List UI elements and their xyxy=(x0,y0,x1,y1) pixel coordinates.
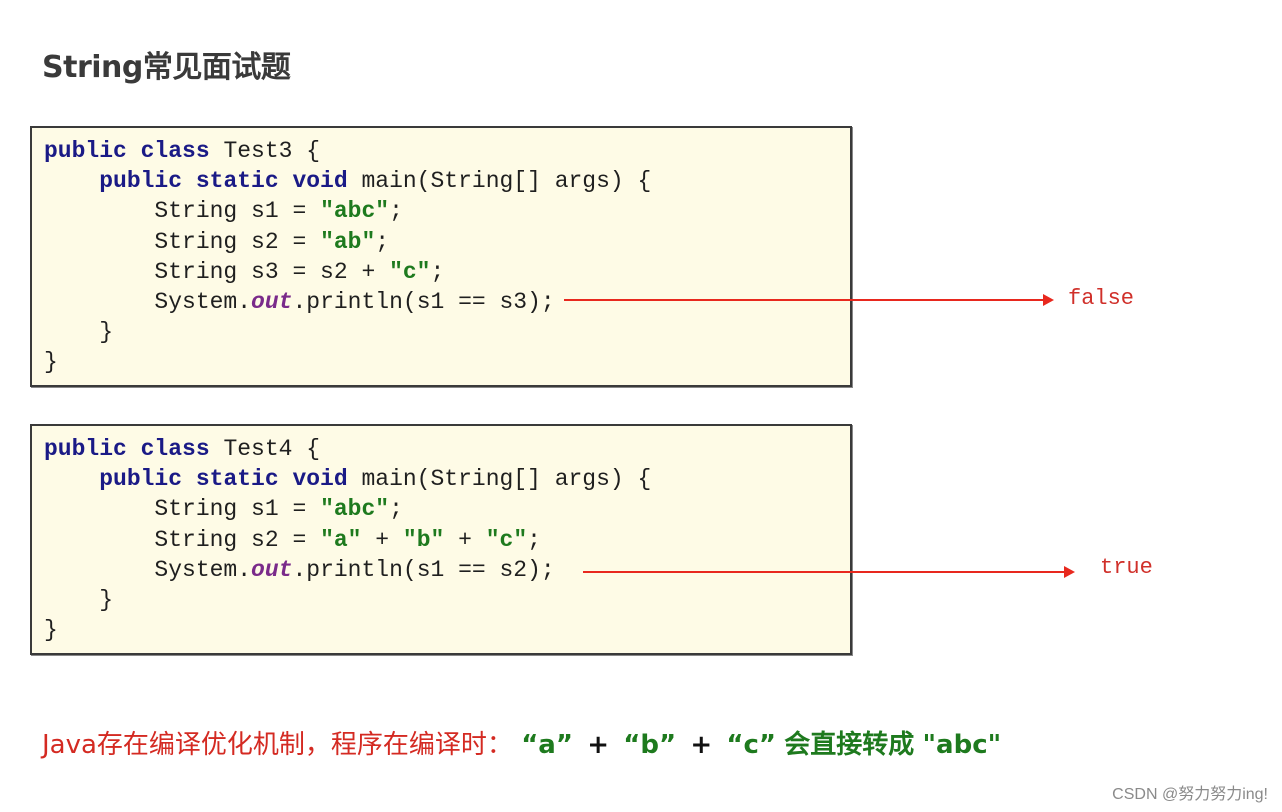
arrow-right-icon xyxy=(583,566,1075,578)
note-suffix: 会直接转成 xyxy=(784,730,915,760)
code-token: System. xyxy=(154,556,252,583)
code-token: + xyxy=(361,526,403,553)
note-result: "abc" xyxy=(922,730,1002,760)
code-token: .println(s1 == s2); xyxy=(292,556,555,583)
string-literal: "a" xyxy=(320,526,362,553)
note-plus: + xyxy=(690,730,713,760)
code-token: String s1 = xyxy=(154,496,321,523)
code-token: String s3 = s2 + xyxy=(154,258,390,285)
keyword: public static void xyxy=(99,168,362,195)
code-token: String s2 = xyxy=(154,228,321,255)
page-title: String常见面试题 xyxy=(42,50,291,85)
code-block-test3: public class Test3 { public static void … xyxy=(30,126,852,387)
code-token: + xyxy=(444,526,486,553)
code-token: ; xyxy=(389,198,403,225)
note-prefix: Java存在编译优化机制，程序在编译时： xyxy=(42,730,513,760)
code-token: } xyxy=(44,349,58,376)
string-literal: "b" xyxy=(402,526,445,553)
code-token: String s2 = xyxy=(154,526,321,553)
result-label: false xyxy=(1068,286,1135,311)
static-field: out xyxy=(251,289,293,316)
note-literal-a: “a” xyxy=(521,730,573,760)
note-literal-c: “c” xyxy=(726,730,776,760)
code-text: public class Test3 { public static void … xyxy=(44,136,651,378)
string-literal: "c" xyxy=(389,258,431,285)
code-token: main(String[] args) { xyxy=(361,466,652,493)
code-token: .println(s1 == s3); xyxy=(292,289,555,316)
keyword: public static void xyxy=(99,466,362,493)
code-token: String s1 = xyxy=(154,198,321,225)
string-literal: "abc" xyxy=(320,496,390,523)
arrow-right-icon xyxy=(564,294,1054,306)
explanation-note: Java存在编译优化机制，程序在编译时： “a” + “b” + “c” 会直接… xyxy=(42,724,1001,761)
code-token: main(String[] args) { xyxy=(361,168,652,195)
code-block-test4: public class Test4 { public static void … xyxy=(30,424,852,655)
code-token: ; xyxy=(527,526,541,553)
keyword: public class xyxy=(44,138,224,164)
string-literal: "ab" xyxy=(320,228,376,255)
code-token: System. xyxy=(154,289,252,316)
static-field: out xyxy=(251,556,293,583)
code-token: Test3 { xyxy=(223,138,321,164)
watermark: CSDN @努力努力ing! xyxy=(1112,786,1268,803)
note-plus: + xyxy=(587,730,609,760)
code-token: } xyxy=(99,319,114,346)
note-literal-b: “b” xyxy=(623,730,677,760)
result-label: true xyxy=(1100,555,1153,580)
code-token: ; xyxy=(430,258,445,285)
code-token: ; xyxy=(375,228,390,255)
string-literal: "c" xyxy=(485,526,528,553)
code-text: public class Test4 { public static void … xyxy=(44,434,651,645)
code-token: } xyxy=(99,587,114,614)
string-literal: "abc" xyxy=(320,198,390,225)
code-token: ; xyxy=(389,496,403,523)
keyword: public class xyxy=(44,436,224,462)
code-token: } xyxy=(44,617,58,644)
code-token: Test4 { xyxy=(223,436,321,462)
